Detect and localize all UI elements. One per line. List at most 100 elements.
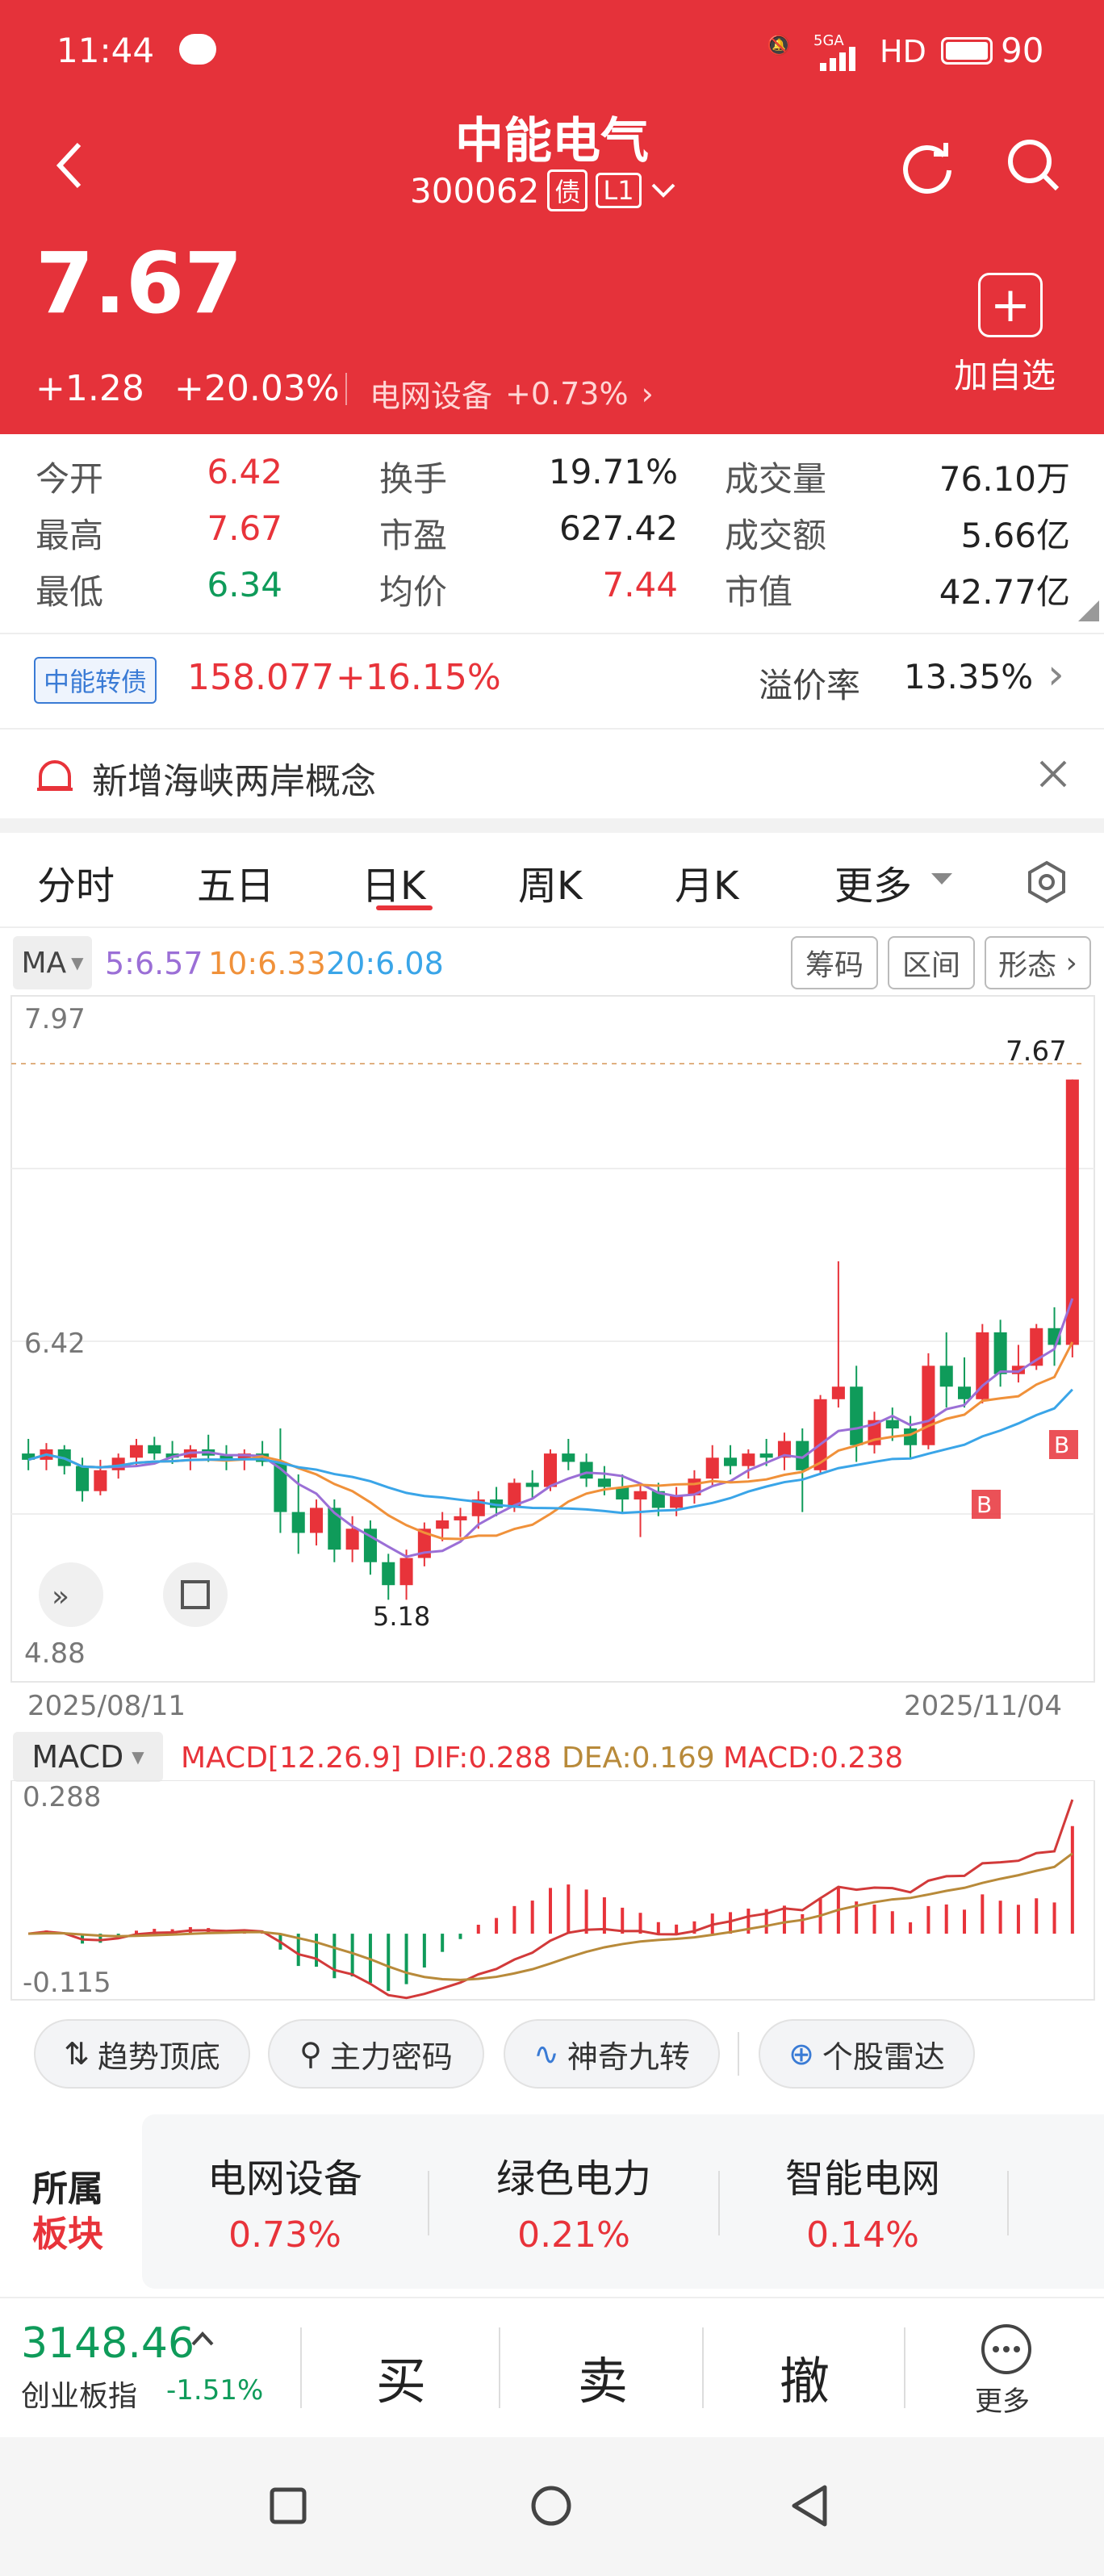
hd-label: HD [880, 34, 926, 69]
sector-item-name: 智能电网 [784, 2156, 940, 2202]
buy-button[interactable]: 买 [376, 2340, 426, 2413]
battery-icon [941, 37, 993, 65]
divider [499, 2327, 500, 2408]
tool-key-button[interactable]: ⚲ 主力密码 [268, 2019, 484, 2089]
tool-trend-button[interactable]: ⇅ 趋势顶底 [34, 2019, 250, 2089]
stat-value: 76.10万 [939, 459, 1070, 499]
cancel-order-button[interactable]: 撤 [780, 2340, 830, 2413]
recent-apps-icon[interactable] [268, 2486, 308, 2526]
divider [300, 2327, 302, 2408]
stat-value: 5.66亿 [960, 516, 1070, 555]
divider [0, 926, 1104, 928]
notice-text: 新增海峡两岸概念 [92, 761, 376, 802]
search-icon[interactable] [1002, 134, 1064, 195]
add-watchlist-button[interactable]: + [978, 273, 1043, 337]
home-icon[interactable] [529, 2484, 573, 2528]
convertible-bond-row[interactable]: 中能转债 158.077 +16.15% 溢价率 13.35% › [0, 636, 1104, 728]
candle [724, 1457, 738, 1466]
premium-value: 13.35% [904, 657, 1034, 696]
candle [579, 1462, 593, 1479]
candle [94, 1470, 107, 1491]
divider [1007, 2171, 1009, 2235]
more-icon [981, 2324, 1031, 2374]
stock-code: 300062 [410, 170, 540, 211]
x-end-date: 2025/11/04 [904, 1690, 1062, 1722]
price-change-pct: +20.03% [174, 368, 340, 409]
close-icon[interactable] [1039, 760, 1067, 788]
pattern-button[interactable]: 形态 › [985, 936, 1091, 989]
ma-label: MA [21, 946, 67, 980]
tool-label: 主力密码 [329, 2039, 453, 2075]
sector-item[interactable]: 电网设备 0.73% [168, 2147, 402, 2256]
ma5-line [27, 1298, 1074, 1558]
stat-value: 19.71% [548, 452, 678, 491]
sector-item-name: 绿色电力 [496, 2156, 651, 2202]
tab-minute[interactable]: 分时 [37, 854, 115, 910]
tab-more[interactable]: 更多 [834, 854, 912, 910]
stat-value: 7.67 [207, 508, 282, 548]
tool-label: 趋势顶底 [97, 2039, 220, 2075]
fullscreen-icon[interactable] [163, 1562, 228, 1627]
stat-value: 6.42 [207, 452, 282, 491]
chevron-right-icon: › [1048, 650, 1064, 699]
kline-chart[interactable]: 7.97 6.42 4.88 7.67 5.18 B B » [0, 994, 1104, 1688]
bond-badge: 债 [547, 169, 588, 211]
nine-turn-icon: ∿ [533, 2036, 559, 2072]
y-label-top: 7.97 [24, 1003, 86, 1035]
ma-lines-group [27, 1298, 1074, 1558]
refresh-icon[interactable] [897, 136, 959, 197]
stat-value: 7.44 [602, 565, 678, 604]
index-value[interactable]: 3148.46 [21, 2319, 194, 2368]
sector-title: 所属 [32, 2168, 103, 2210]
sector-link[interactable]: 电网设备 +0.73% › [370, 371, 654, 416]
candle [129, 1445, 144, 1458]
candle [904, 1428, 918, 1445]
candle [597, 1478, 611, 1487]
premium-label: 溢价率 [759, 666, 861, 705]
notice-bar[interactable]: 新增海峡两岸概念 [0, 730, 1104, 818]
sector-item[interactable]: 绿色电力 0.21% [457, 2147, 691, 2256]
tool-nine-turn-button[interactable]: ∿ 神奇九转 [504, 2019, 720, 2089]
stat-label: 市盈 [379, 516, 448, 555]
last-price-label: 7.67 [1006, 1035, 1067, 1068]
chevron-up-icon [191, 2331, 214, 2346]
divider [904, 2327, 905, 2408]
candle [634, 1491, 647, 1500]
bond-tag: 中能转债 [34, 657, 157, 704]
expand-icon[interactable]: » [39, 1562, 103, 1627]
macd-dif: DIF:0.288 [413, 1742, 552, 1775]
ma10-value: 10:6.33 [208, 946, 326, 981]
tool-radar-button[interactable]: ⊕ 个股雷达 [759, 2019, 975, 2089]
svg-text:B: B [976, 1491, 992, 1518]
range-button[interactable]: 区间 [888, 936, 975, 989]
ma-selector[interactable]: MA ▼ [13, 936, 92, 989]
candle [939, 1365, 953, 1387]
tab-daily-k[interactable]: 日K [362, 854, 425, 910]
sector-item[interactable]: 智能电网 0.14% [746, 2147, 980, 2256]
stat-label: 换手 [379, 459, 448, 499]
bond-pct: +16.15% [336, 657, 501, 698]
battery-level: 90 [1001, 31, 1044, 70]
divider [738, 2032, 739, 2076]
candle [291, 1512, 305, 1533]
settings-icon[interactable] [1025, 860, 1068, 904]
tab-five-day[interactable]: 五日 [197, 854, 274, 910]
chip-button[interactable]: 筹码 [791, 936, 878, 989]
candle [922, 1365, 935, 1445]
stat-value: 6.34 [207, 565, 282, 604]
divider [428, 2171, 429, 2235]
message-app-icon [179, 34, 216, 65]
stat-label: 均价 [379, 572, 448, 612]
macd-selector[interactable]: MACD ▼ [13, 1732, 163, 1782]
tab-weekly-k[interactable]: 周K [518, 854, 582, 910]
ma5-value: 5:6.57 [105, 946, 203, 981]
back-nav-icon[interactable] [789, 2484, 830, 2528]
current-price: 7.67 [36, 234, 243, 332]
tab-monthly-k[interactable]: 月K [675, 854, 738, 910]
macd-frame [10, 1780, 1095, 2001]
sell-button[interactable]: 卖 [578, 2340, 628, 2413]
y-label-bottom: 4.88 [24, 1637, 86, 1670]
macd-chart[interactable]: 0.288 -0.115 [0, 1780, 1104, 2003]
stock-code-row[interactable]: 300062 债 L1 [410, 169, 677, 211]
expand-corner-icon[interactable] [1078, 600, 1099, 621]
